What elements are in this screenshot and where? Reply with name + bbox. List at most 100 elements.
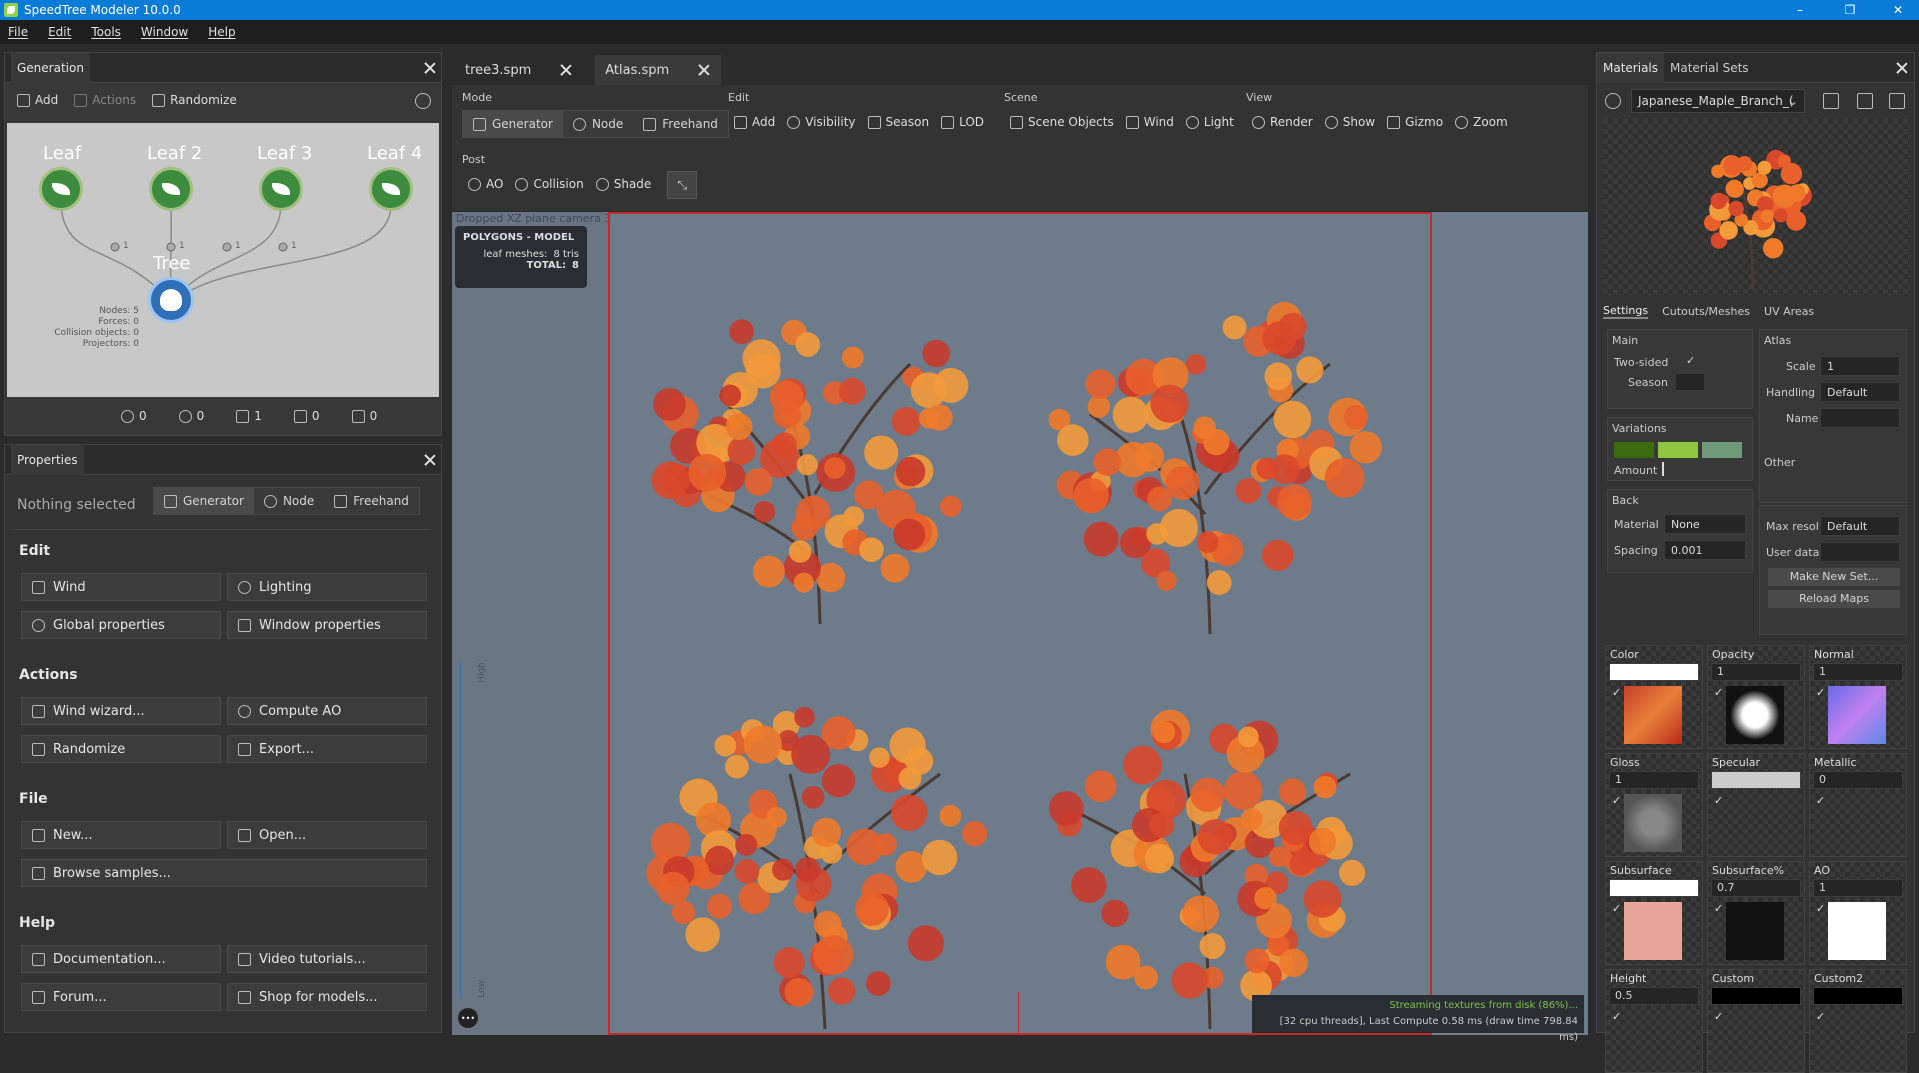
material-map-cell[interactable]: AO 1 ✓	[1809, 861, 1907, 965]
material-map-cell[interactable]: Custom2 ✓	[1809, 969, 1907, 1073]
camera-counter[interactable]: 1	[230, 407, 268, 425]
map-value-input[interactable]: 0.5	[1609, 987, 1699, 1005]
shade-button[interactable]: Shade	[590, 171, 658, 197]
plus-icon[interactable]	[1857, 93, 1873, 109]
two-sided-checkbox[interactable]: ✓	[1686, 354, 1695, 367]
map-value-input[interactable]	[1711, 771, 1801, 789]
map-thumbnail[interactable]	[1624, 902, 1682, 960]
viewport[interactable]: Dropped XZ plane camera 3 POLYGONS - MOD…	[452, 212, 1588, 1043]
map-value-input[interactable]: 1	[1609, 771, 1699, 789]
randomize-action-button[interactable]: Randomize	[21, 735, 221, 763]
material-select[interactable]: Japanese_Maple_Branch_( ⌄	[1631, 89, 1805, 113]
material-sets-tab[interactable]: Material Sets	[1664, 61, 1755, 75]
video-tutorials-button[interactable]: Video tutorials...	[227, 945, 427, 973]
visibility-button[interactable]: Visibility	[781, 109, 861, 135]
lighting-button[interactable]: Lighting	[227, 573, 427, 601]
toolbar-node-button[interactable]: Node	[563, 111, 633, 137]
node-graph-canvas[interactable]: 1 1 1 1 Leaf Leaf 2 Leaf 3 Leaf 4 Tree N…	[7, 123, 439, 397]
zoom-button[interactable]: Zoom	[1449, 109, 1514, 135]
material-map-cell[interactable]: Height 0.5 ✓	[1605, 969, 1703, 1073]
reload-maps-button[interactable]: Reload Maps	[1768, 590, 1900, 608]
variation-swatch-3[interactable]	[1702, 442, 1742, 458]
wind-wizard-button[interactable]: Wind wizard...	[21, 697, 221, 725]
leaf-node[interactable]	[39, 167, 83, 211]
back-material-select[interactable]: None	[1664, 514, 1746, 534]
mode-node-button[interactable]: Node	[254, 488, 324, 514]
open-file-button[interactable]: Open...	[227, 821, 427, 849]
material-map-cell[interactable]: Opacity 1 ✓	[1707, 645, 1805, 749]
clipboard-icon[interactable]	[1889, 93, 1905, 109]
map-enabled-checkbox[interactable]: ✓	[1714, 1010, 1723, 1023]
scene-wind-button[interactable]: Wind	[1120, 109, 1180, 135]
light-button[interactable]: Light	[1180, 109, 1240, 135]
new-file-button[interactable]: New...	[21, 821, 221, 849]
material-map-cell[interactable]: Metallic 0 ✓	[1809, 753, 1907, 857]
material-map-cell[interactable]: Gloss 1 ✓	[1605, 753, 1703, 857]
subtab-uv-areas[interactable]: UV Areas	[1764, 305, 1814, 318]
map-thumbnail[interactable]	[1624, 686, 1682, 744]
map-value-input[interactable]: 1	[1813, 879, 1903, 897]
season-button[interactable]: Season	[862, 109, 936, 135]
lod-button[interactable]: LOD	[935, 109, 990, 135]
menu-help[interactable]: Help	[208, 25, 235, 39]
close-icon[interactable]	[423, 61, 437, 75]
map-enabled-checkbox[interactable]: ✓	[1714, 686, 1723, 699]
layers-counter[interactable]: 0	[288, 407, 326, 425]
properties-tab[interactable]: Properties	[11, 444, 84, 475]
map-enabled-checkbox[interactable]: ✓	[1612, 686, 1621, 699]
generation-tab[interactable]: Generation	[11, 52, 90, 83]
menu-file[interactable]: File	[8, 25, 28, 39]
close-icon[interactable]	[559, 63, 573, 77]
ao-button[interactable]: AO	[462, 171, 509, 197]
tree-node[interactable]	[148, 277, 194, 323]
tab-atlas[interactable]: Atlas.spm	[595, 55, 722, 85]
subtab-cutouts[interactable]: Cutouts/Meshes	[1662, 305, 1750, 318]
map-enabled-checkbox[interactable]: ✓	[1714, 902, 1723, 915]
map-value-input[interactable]: 0	[1813, 771, 1903, 789]
leaf-3-node[interactable]	[259, 167, 303, 211]
documentation-button[interactable]: Documentation...	[21, 945, 221, 973]
map-value-input[interactable]: 0.7	[1711, 879, 1801, 897]
leaf-4-node[interactable]	[369, 167, 413, 211]
lod-slider[interactable]: High Low	[460, 662, 487, 998]
toolbar-generator-button[interactable]: Generator	[463, 111, 563, 137]
map-value-input[interactable]	[1813, 987, 1903, 1005]
window-properties-button[interactable]: Window properties	[227, 611, 427, 639]
close-icon[interactable]	[697, 63, 711, 77]
actions-button[interactable]: Actions	[68, 87, 142, 113]
map-thumbnail[interactable]	[1828, 686, 1886, 744]
gizmo-button[interactable]: Gizmo	[1381, 109, 1449, 135]
forces-counter[interactable]: 0	[115, 407, 153, 425]
map-enabled-checkbox[interactable]: ✓	[1816, 902, 1825, 915]
map-value-input[interactable]	[1609, 663, 1699, 681]
name-input[interactable]	[1820, 408, 1900, 428]
subtab-settings[interactable]: Settings	[1603, 304, 1649, 319]
wind-button[interactable]: Wind	[21, 573, 221, 601]
material-map-cell[interactable]: Subsurface ✓	[1605, 861, 1703, 965]
material-map-cell[interactable]: Specular ✓	[1707, 753, 1805, 857]
map-value-input[interactable]	[1711, 987, 1801, 1005]
menu-edit[interactable]: Edit	[48, 25, 71, 39]
minimize-button[interactable]: –	[1780, 0, 1820, 20]
map-enabled-checkbox[interactable]: ✓	[1816, 794, 1825, 807]
map-thumbnail[interactable]	[1624, 794, 1682, 852]
materials-tab[interactable]: Materials	[1597, 52, 1665, 83]
map-enabled-checkbox[interactable]: ✓	[1816, 1010, 1825, 1023]
add-button[interactable]: Add	[11, 87, 64, 113]
more-options-button[interactable]: •••	[458, 1008, 478, 1028]
amount-slider[interactable]	[1662, 462, 1664, 476]
browse-samples-button[interactable]: Browse samples...	[21, 859, 427, 887]
map-thumbnail[interactable]	[1726, 686, 1784, 744]
material-map-cell[interactable]: Custom ✓	[1707, 969, 1805, 1073]
material-map-cell[interactable]: Subsurface% 0.7 ✓	[1707, 861, 1805, 965]
material-map-cell[interactable]: Color ✓	[1605, 645, 1703, 749]
forum-button[interactable]: Forum...	[21, 983, 221, 1011]
map-enabled-checkbox[interactable]: ✓	[1612, 902, 1621, 915]
close-window-button[interactable]: ✕	[1878, 0, 1918, 20]
season-field[interactable]	[1676, 374, 1704, 390]
map-enabled-checkbox[interactable]: ✓	[1612, 1010, 1621, 1023]
scale-input[interactable]: 1	[1820, 356, 1900, 376]
variation-swatch-2[interactable]	[1658, 442, 1698, 458]
map-value-input[interactable]: 1	[1711, 663, 1801, 681]
global-properties-button[interactable]: Global properties	[21, 611, 221, 639]
